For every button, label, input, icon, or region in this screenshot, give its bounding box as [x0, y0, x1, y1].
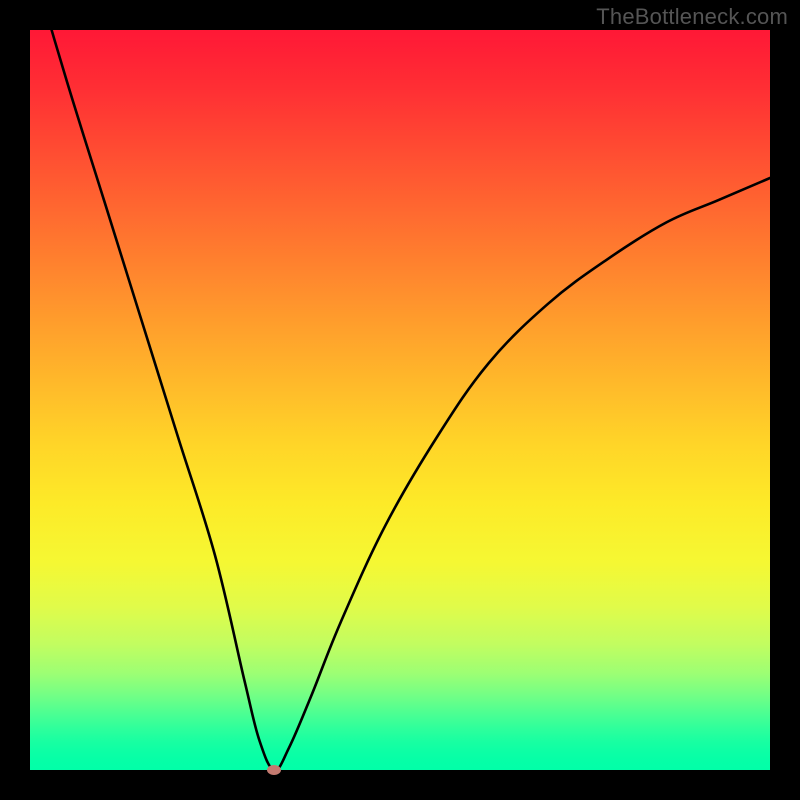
chart-frame: TheBottleneck.com: [0, 0, 800, 800]
watermark-text: TheBottleneck.com: [596, 4, 788, 30]
plot-area: [30, 30, 770, 770]
bottleneck-curve: [30, 0, 770, 770]
curve-svg: [30, 30, 770, 770]
minimum-marker: [267, 765, 281, 775]
